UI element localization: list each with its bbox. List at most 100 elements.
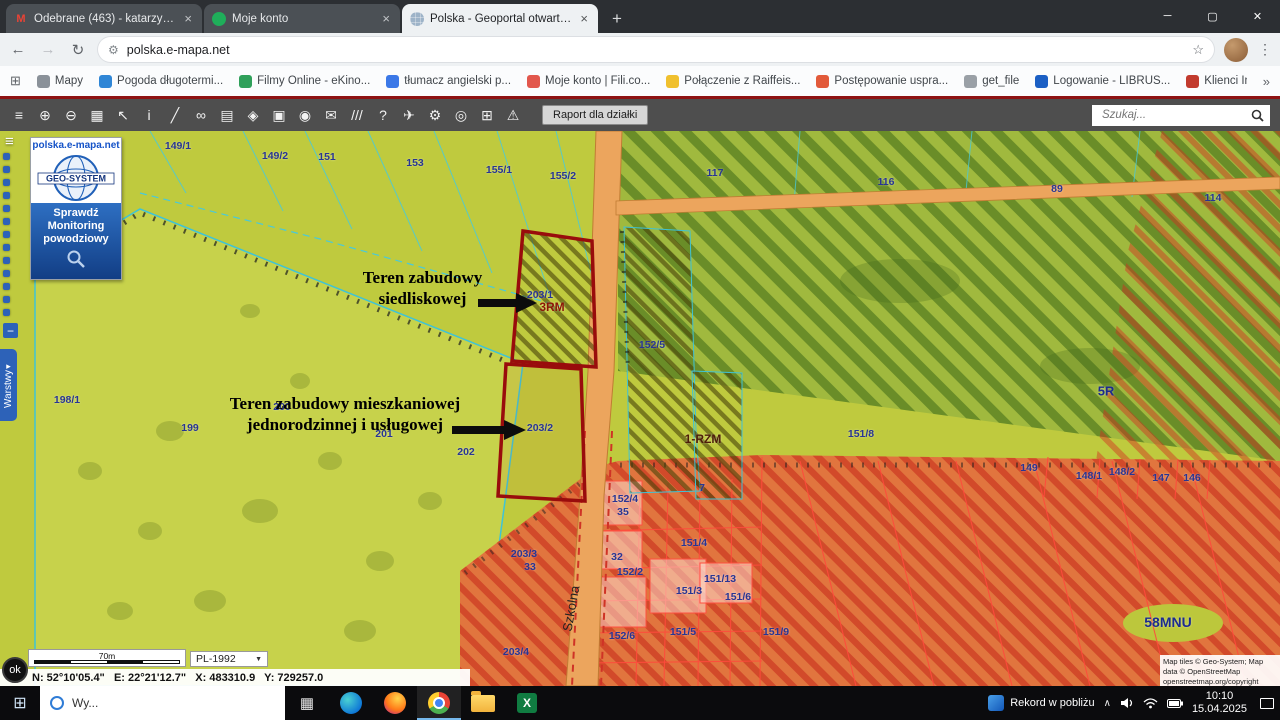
browser-tab[interactable]: MOdebrane (463) - katarzynakuc...× (6, 4, 202, 33)
tab-close-icon[interactable]: × (380, 11, 392, 26)
panel-collapse-button[interactable]: − (3, 323, 18, 338)
forward-icon[interactable]: → (38, 41, 58, 58)
tab-title: Polska - Geoportal otwartych d... (430, 13, 572, 25)
zoom-out-icon[interactable]: ⊖ (58, 103, 84, 127)
help-icon[interactable]: ? (370, 103, 396, 127)
panel-dot[interactable] (3, 166, 10, 173)
panel-dot[interactable] (3, 309, 10, 316)
firefox-icon[interactable] (373, 686, 417, 720)
parcel-report-button[interactable]: Raport dla działki (542, 105, 648, 125)
info-icon[interactable]: i (136, 103, 162, 127)
maximize-button[interactable]: ▢ (1190, 0, 1235, 32)
bookmark-item[interactable]: Filmy Online - eKino... (239, 75, 370, 88)
zoom-in-icon[interactable]: ⊕ (32, 103, 58, 127)
bookmark-item[interactable]: Mapy (37, 75, 83, 88)
panel-dot[interactable] (3, 218, 10, 225)
map-search-input[interactable] (1100, 108, 1248, 122)
profile-avatar[interactable] (1224, 38, 1248, 62)
notification-center-icon[interactable] (1260, 698, 1274, 709)
annotation-mieszkaniowa: Teren zabudowy mieszkaniowej jednorodzin… (205, 393, 485, 435)
flood-monitoring-banner[interactable]: Sprawdź Monitoring powodziowy (31, 203, 121, 279)
ok-button[interactable]: ok (2, 657, 28, 683)
bookmark-item[interactable]: Logowanie - LIBRUS... (1035, 75, 1170, 88)
panel-dot[interactable] (3, 179, 10, 186)
new-tab-button[interactable]: + (604, 6, 630, 32)
crs-selector[interactable]: PL-1992 ▼ (190, 651, 268, 667)
tab-close-icon[interactable]: × (578, 11, 590, 26)
locate-icon[interactable]: ◎ (448, 103, 474, 127)
layers-icon[interactable]: ≡ (6, 103, 32, 127)
panel-dot[interactable] (3, 231, 10, 238)
news-widget[interactable]: Rekord w pobliżu (988, 695, 1094, 711)
tab-close-icon[interactable]: × (182, 11, 194, 26)
minimize-button[interactable]: ─ (1145, 0, 1190, 32)
layers-tab-label: Warstwy (3, 370, 14, 408)
panel-dot[interactable] (3, 205, 10, 212)
hatch-icon[interactable]: /// (344, 103, 370, 127)
edge-icon[interactable] (329, 686, 373, 720)
pointer-icon[interactable]: ↖ (110, 103, 136, 127)
green-dot-icon (212, 12, 226, 26)
warning-icon[interactable]: ⚠ (500, 103, 526, 127)
add-marker-icon[interactable]: ◈ (240, 103, 266, 127)
geoportal-logo-panel[interactable]: polska.e-mapa.net GEO-SYSTEM Sprawdź Mon… (30, 137, 122, 280)
chrome-icon[interactable] (417, 686, 461, 720)
taskbar-search[interactable]: Wy... (40, 686, 285, 720)
bookmark-item[interactable]: get_file (964, 75, 1019, 88)
bookmark-item[interactable]: Pogoda długotermi... (99, 75, 223, 88)
taskbar-clock[interactable]: 10:10 15.04.2025 (1192, 690, 1247, 716)
bookmark-star-icon[interactable]: ☆ (1192, 42, 1204, 58)
street-view-icon[interactable]: ◉ (292, 103, 318, 127)
layers-t​ab[interactable]: ▸ Warstwy (0, 349, 17, 421)
network-icon[interactable] (1143, 698, 1158, 709)
left-panel-dots (3, 153, 10, 316)
bookmark-item[interactable]: Klienci Indywidualni... (1186, 75, 1246, 88)
settings-icon[interactable]: ⚙ (422, 103, 448, 127)
panel-dot[interactable] (3, 283, 10, 290)
bookmark-item[interactable]: Połączenie z Raiffeis... (666, 75, 800, 88)
start-button[interactable]: ⊞ (0, 686, 40, 720)
battery-icon[interactable] (1167, 699, 1183, 708)
compare-icon[interactable]: ▣ (266, 103, 292, 127)
send-icon[interactable]: ✈ (396, 103, 422, 127)
banner-line: powodziowy (33, 233, 119, 246)
back-icon[interactable]: ← (8, 41, 28, 58)
panel-layers-icon[interactable]: ≡ (5, 133, 14, 150)
address-bar[interactable]: ⚙ polska.e-mapa.net ☆ (98, 37, 1214, 62)
close-button[interactable]: ✕ (1235, 0, 1280, 32)
reload-icon[interactable]: ↻ (68, 41, 88, 59)
map-canvas[interactable] (0, 131, 1280, 686)
panel-dot[interactable] (3, 296, 10, 303)
link-icon[interactable]: ∞ (188, 103, 214, 127)
panel-dot[interactable] (3, 192, 10, 199)
site-settings-icon[interactable]: ⚙ (108, 43, 119, 57)
bookmark-label: get_file (982, 75, 1019, 87)
task-view-icon[interactable]: ▦ (285, 686, 329, 720)
bookmark-label: Połączenie z Raiffeis... (684, 75, 800, 87)
message-icon[interactable]: ✉ (318, 103, 344, 127)
bookmarks-overflow-icon[interactable]: » (1263, 74, 1270, 89)
file-explorer-icon[interactable] (461, 686, 505, 720)
panel-dot[interactable] (3, 244, 10, 251)
search-icon[interactable] (1248, 106, 1266, 124)
bookmark-item[interactable]: Moje konto | Fili.co... (527, 75, 650, 88)
browser-tab[interactable]: Moje konto× (204, 4, 400, 33)
bookmark-item[interactable]: tłumacz angielski p... (386, 75, 511, 88)
bookmarks-bar: ⊞ Mapy Pogoda długotermi... Filmy Online -… (0, 66, 1280, 96)
panel-dot[interactable] (3, 153, 10, 160)
print-icon[interactable]: ▤ (214, 103, 240, 127)
panel-dot[interactable] (3, 257, 10, 264)
excel-icon[interactable]: X (505, 686, 549, 720)
attribution-link[interactable]: openstreetmap.org/copyright (1163, 677, 1277, 687)
panel-dot[interactable] (3, 270, 10, 277)
cart-icon[interactable]: ⊞ (474, 103, 500, 127)
hidden-icons-chevron[interactable]: ∧ (1104, 698, 1111, 709)
select-area-icon[interactable]: ▦ (84, 103, 110, 127)
browser-tab[interactable]: Polska - Geoportal otwartych d... × (402, 4, 598, 33)
volume-icon[interactable] (1120, 697, 1134, 709)
apps-grid-icon[interactable]: ⊞ (10, 73, 21, 89)
measure-icon[interactable]: ╱ (162, 103, 188, 127)
url-text[interactable]: polska.e-mapa.net (127, 43, 1185, 57)
browser-menu-icon[interactable]: ⋮ (1258, 41, 1272, 58)
bookmark-item[interactable]: Postępowanie uspra... (816, 75, 948, 88)
